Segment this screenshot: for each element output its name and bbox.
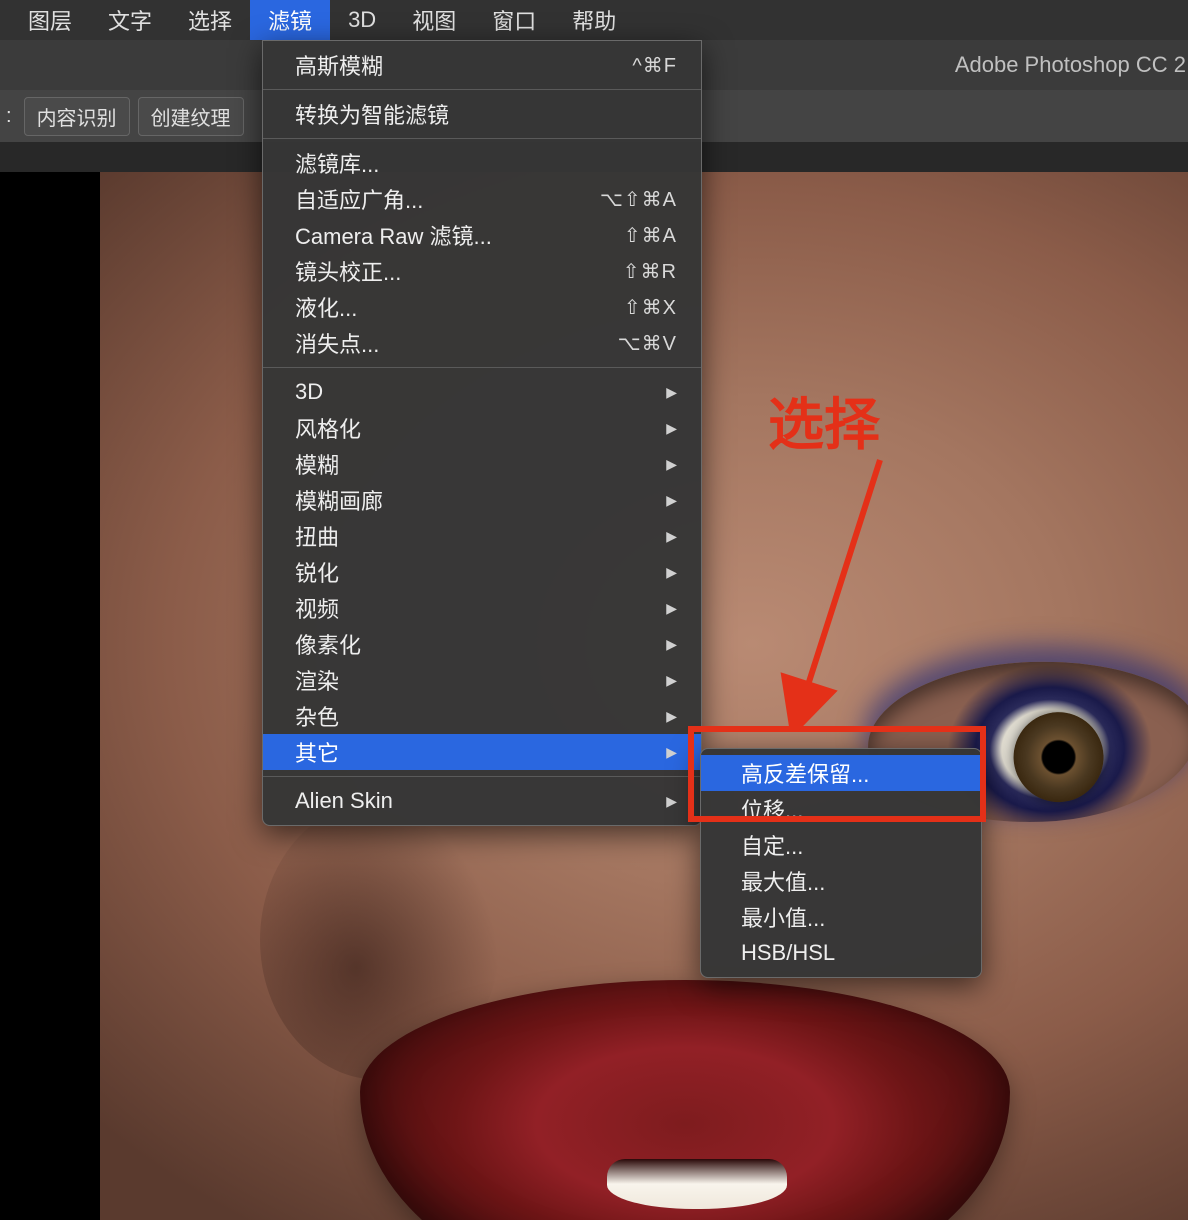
menu-shortcut: ⌥⇧⌘A	[600, 187, 677, 212]
filter-video[interactable]: 视频 ▶	[263, 590, 701, 626]
menu-label: 锐化	[295, 556, 339, 588]
menu-label: 其它	[295, 736, 339, 768]
submenu-arrow-icon: ▶	[666, 708, 677, 725]
filter-distort[interactable]: 扭曲 ▶	[263, 518, 701, 554]
menu-shortcut: ⇧⌘X	[624, 295, 677, 320]
menu-label: HSB/HSL	[741, 940, 835, 966]
menu-label: 杂色	[295, 700, 339, 732]
menu-label: 高反差保留...	[741, 757, 869, 789]
submenu-arrow-icon: ▶	[666, 744, 677, 761]
filter-pixelate[interactable]: 像素化 ▶	[263, 626, 701, 662]
submenu-arrow-icon: ▶	[666, 528, 677, 545]
filter-adaptive-wide-angle[interactable]: 自适应广角... ⌥⇧⌘A	[263, 181, 701, 217]
menu-label: 视频	[295, 592, 339, 624]
submenu-arrow-icon: ▶	[666, 672, 677, 689]
other-maximum[interactable]: 最大值...	[701, 863, 981, 899]
menu-label: Alien Skin	[295, 788, 393, 814]
menu-label: 最大值...	[741, 865, 825, 897]
menu-shortcut: ^⌘F	[632, 53, 677, 78]
menu-label: 镜头校正...	[295, 255, 401, 287]
other-minimum[interactable]: 最小值...	[701, 899, 981, 935]
filter-gallery[interactable]: 滤镜库...	[263, 145, 701, 181]
other-offset[interactable]: 位移...	[701, 791, 981, 827]
menu-label: 滤镜库...	[295, 147, 379, 179]
menu-label: 像素化	[295, 628, 361, 660]
menu-label: 位移...	[741, 793, 803, 825]
filter-other-submenu: 高反差保留... 位移... 自定... 最大值... 最小值... HSB/H…	[700, 748, 982, 978]
filter-convert-smart[interactable]: 转换为智能滤镜	[263, 96, 701, 132]
filter-last-gaussian-blur[interactable]: 高斯模糊 ^⌘F	[263, 47, 701, 83]
menu-label: 液化...	[295, 291, 357, 323]
menu-shortcut: ⇧⌘R	[623, 259, 677, 284]
filter-3d[interactable]: 3D ▶	[263, 374, 701, 410]
filter-blur[interactable]: 模糊 ▶	[263, 446, 701, 482]
filter-blur-gallery[interactable]: 模糊画廊 ▶	[263, 482, 701, 518]
menu-label: 扭曲	[295, 520, 339, 552]
menu-select[interactable]: 选择	[170, 0, 250, 40]
filter-liquify[interactable]: 液化... ⇧⌘X	[263, 289, 701, 325]
menu-window[interactable]: 窗口	[474, 0, 554, 40]
filter-stylize[interactable]: 风格化 ▶	[263, 410, 701, 446]
menu-shortcut: ⇧⌘A	[624, 223, 677, 248]
filter-alien-skin[interactable]: Alien Skin ▶	[263, 783, 701, 819]
submenu-arrow-icon: ▶	[666, 420, 677, 437]
submenu-arrow-icon: ▶	[666, 600, 677, 617]
filter-lens-correction[interactable]: 镜头校正... ⇧⌘R	[263, 253, 701, 289]
menu-text[interactable]: 文字	[90, 0, 170, 40]
submenu-arrow-icon: ▶	[666, 636, 677, 653]
menu-shortcut: ⌥⌘V	[618, 331, 677, 356]
menu-filter[interactable]: 滤镜	[250, 0, 330, 40]
options-colon: :	[6, 105, 16, 128]
menu-help[interactable]: 帮助	[554, 0, 634, 40]
menu-label: 3D	[295, 379, 323, 405]
menu-view[interactable]: 视图	[394, 0, 474, 40]
filter-vanishing-point[interactable]: 消失点... ⌥⌘V	[263, 325, 701, 361]
content-aware-button[interactable]: 内容识别	[24, 97, 130, 136]
menu-label: 渲染	[295, 664, 339, 696]
menu-label: 消失点...	[295, 327, 379, 359]
submenu-arrow-icon: ▶	[666, 492, 677, 509]
menu-label: 风格化	[295, 412, 361, 444]
other-custom[interactable]: 自定...	[701, 827, 981, 863]
menu-label: 高斯模糊	[295, 49, 383, 81]
create-texture-button[interactable]: 创建纹理	[138, 97, 244, 136]
menu-label: 自定...	[741, 829, 803, 861]
menu-3d[interactable]: 3D	[330, 0, 394, 40]
menu-label: 最小值...	[741, 901, 825, 933]
filter-render[interactable]: 渲染 ▶	[263, 662, 701, 698]
menubar: 图层 文字 选择 滤镜 3D 视图 窗口 帮助	[0, 0, 1188, 40]
submenu-arrow-icon: ▶	[666, 564, 677, 581]
other-high-pass[interactable]: 高反差保留...	[701, 755, 981, 791]
menu-label: 转换为智能滤镜	[295, 98, 449, 130]
filter-sharpen[interactable]: 锐化 ▶	[263, 554, 701, 590]
filter-other[interactable]: 其它 ▶	[263, 734, 701, 770]
submenu-arrow-icon: ▶	[666, 456, 677, 473]
menu-label: 模糊	[295, 448, 339, 480]
menu-label: 模糊画廊	[295, 484, 383, 516]
app-title: Adobe Photoshop CC 2	[955, 52, 1186, 78]
filter-camera-raw[interactable]: Camera Raw 滤镜... ⇧⌘A	[263, 217, 701, 253]
filter-noise[interactable]: 杂色 ▶	[263, 698, 701, 734]
other-hsb-hsl[interactable]: HSB/HSL	[701, 935, 981, 971]
submenu-arrow-icon: ▶	[666, 793, 677, 810]
filter-dropdown: 高斯模糊 ^⌘F 转换为智能滤镜 滤镜库... 自适应广角... ⌥⇧⌘A Ca…	[262, 40, 702, 826]
menu-label: Camera Raw 滤镜...	[295, 219, 492, 251]
submenu-arrow-icon: ▶	[666, 384, 677, 401]
menu-layer[interactable]: 图层	[10, 0, 90, 40]
menu-label: 自适应广角...	[295, 183, 423, 215]
